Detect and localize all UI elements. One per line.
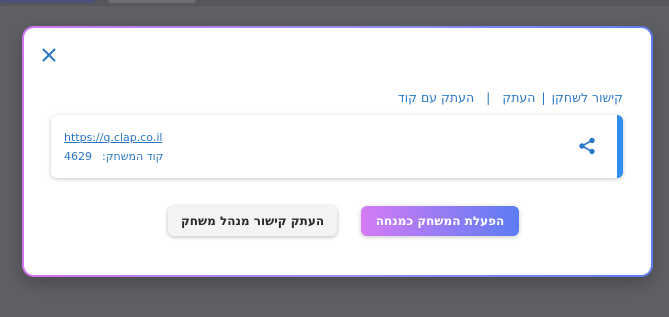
modal-content: קישור לשחקן | העתק | העתק עם קוד https:/… <box>24 28 651 275</box>
game-code-value: 4629 <box>64 150 92 163</box>
close-icon <box>42 48 56 62</box>
background-toolbar <box>0 0 669 6</box>
game-code-line: 4629 קוד המשחק: <box>64 150 163 163</box>
player-link-label: קישור לשחקן <box>551 90 623 105</box>
copy-host-link-button[interactable]: העתק קישור מנהל משחק <box>168 206 337 236</box>
link-options-row: קישור לשחקן | העתק | העתק עם קוד <box>398 90 623 105</box>
separator: | <box>486 90 491 105</box>
background-tab-active <box>0 0 95 3</box>
share-icon <box>579 137 595 155</box>
copy-link[interactable]: העתק <box>502 90 535 105</box>
close-button[interactable] <box>40 46 58 64</box>
separator: | <box>541 90 546 105</box>
copy-with-code-link[interactable]: העתק עם קוד <box>398 90 474 105</box>
share-button[interactable] <box>577 136 597 156</box>
game-link-card: https://q.clap.co.il 4629 קוד המשחק: <box>51 115 623 178</box>
start-as-host-button[interactable]: הפעלת המשחק כמנחה <box>361 206 519 236</box>
game-url-link[interactable]: https://q.clap.co.il <box>64 131 162 144</box>
background-tab <box>108 0 196 3</box>
share-game-modal: קישור לשחקן | העתק | העתק עם קוד https:/… <box>22 26 653 277</box>
game-code-label: קוד המשחק: <box>102 150 164 163</box>
